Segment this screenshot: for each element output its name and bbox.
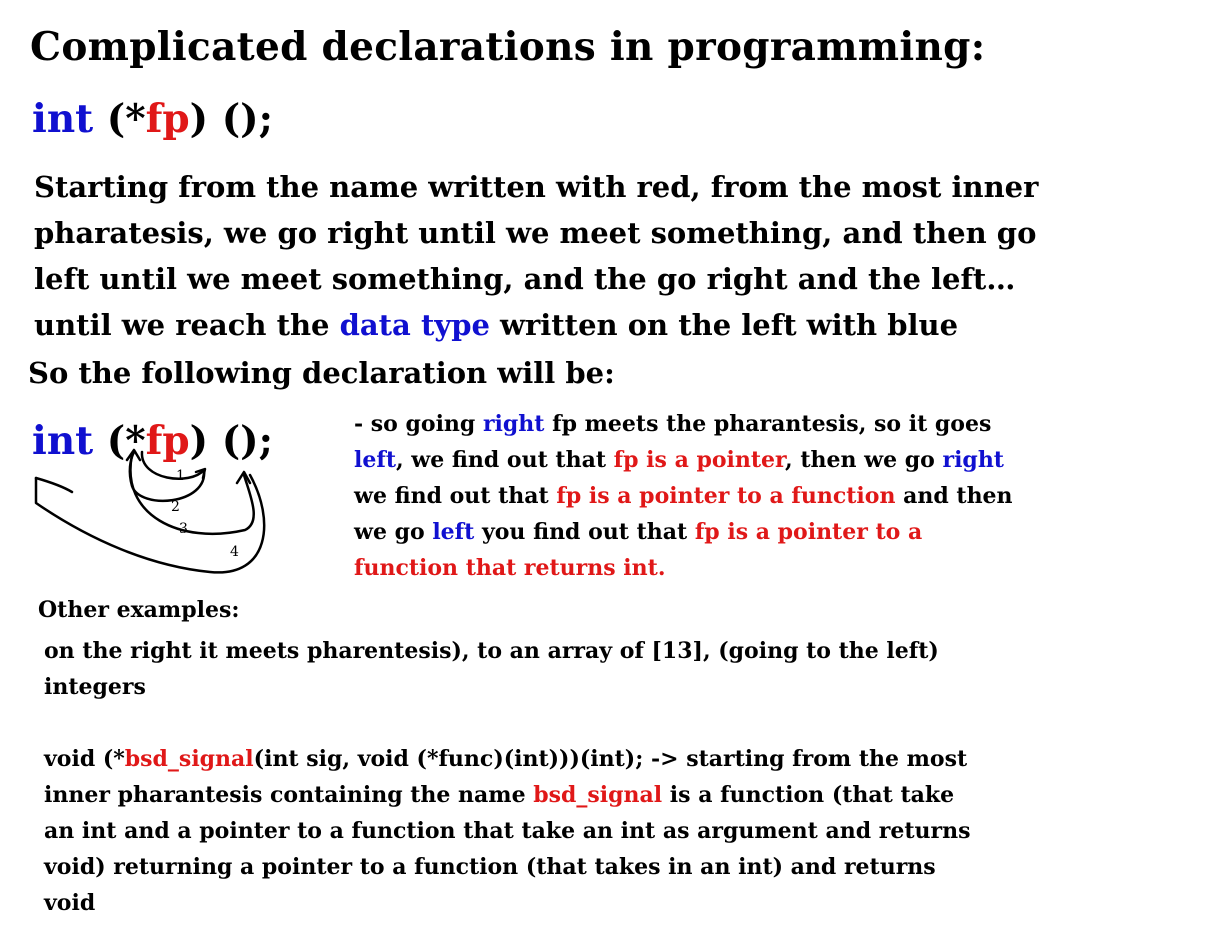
identifier-name: bsd_signal xyxy=(533,782,663,808)
direction-right: right xyxy=(482,411,545,437)
step-label-3: 3 xyxy=(179,521,188,537)
meaning-highlight: fp is a pointer to a xyxy=(694,519,923,545)
other-examples-body: on the right it meets pharentesis), to a… xyxy=(44,633,970,921)
paragraph-line: function that returns int. xyxy=(354,555,666,581)
text-segment: - so going xyxy=(354,411,483,437)
text-segment: inner pharantesis containing the name xyxy=(44,782,534,808)
step-label-2: 2 xyxy=(171,499,180,515)
paragraph-line: left, we find out that fp is a pointer, … xyxy=(354,442,1013,478)
direction-left: left xyxy=(354,447,396,473)
text-segment: you find out that xyxy=(474,519,695,545)
arrowhead-step-4 xyxy=(34,476,74,494)
paragraph-line: on the right it meets pharentesis), to a… xyxy=(44,638,939,664)
direction-left: left xyxy=(432,519,475,545)
paragraph-line: inner pharantesis containing the name bs… xyxy=(44,777,970,813)
identifier-name: bsd_signal xyxy=(124,746,254,772)
text-segment: , then we go xyxy=(785,447,943,473)
paragraph-line: - so going right fp meets the pharantesi… xyxy=(354,406,1013,442)
step-label-1: 1 xyxy=(176,468,185,484)
paragraph-line: an int and a pointer to a function that … xyxy=(44,818,971,844)
text-segment: , we find out that xyxy=(395,447,614,473)
text-segment: we find out that xyxy=(354,483,557,509)
direction-right: right xyxy=(942,447,1004,473)
text-segment: is a function (that take xyxy=(662,782,955,808)
meaning-highlight: fp is a pointer xyxy=(613,447,786,473)
text-segment: fp meets the pharantesis, so it goes xyxy=(544,411,992,437)
meaning-highlight: fp is a pointer to a function xyxy=(556,483,896,509)
paragraph-line: void) returning a pointer to a function … xyxy=(44,854,936,880)
arrow-step-1 xyxy=(140,450,206,480)
text-segment: and then xyxy=(895,483,1013,509)
step-label-4: 4 xyxy=(230,544,239,560)
paragraph-line: we go left you find out that fp is a poi… xyxy=(354,514,1013,550)
text-segment: (int sig, void (*func)(int)))(int); -> s… xyxy=(253,746,968,772)
paragraph-line: integers xyxy=(44,674,146,700)
other-examples-heading: Other examples: xyxy=(38,597,240,623)
paragraph-line: we find out that fp is a pointer to a fu… xyxy=(354,478,1013,514)
paragraph-line: void xyxy=(44,890,96,916)
text-segment: we go xyxy=(354,519,433,545)
paragraph-line: void (*bsd_signal(int sig, void (*func)(… xyxy=(44,741,970,777)
text-segment: void (* xyxy=(44,746,125,772)
explanation-paragraph: - so going right fp meets the pharantesi… xyxy=(354,406,1013,586)
